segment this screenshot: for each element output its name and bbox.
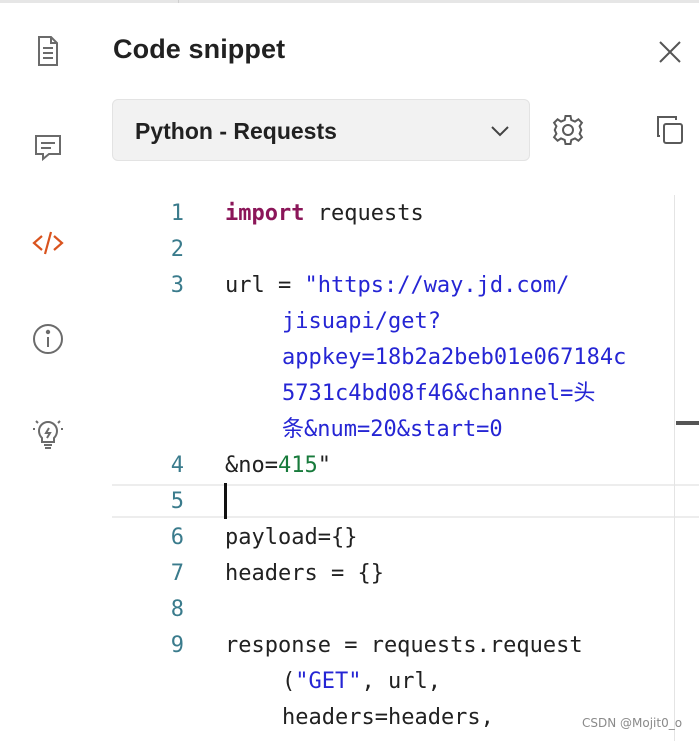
copy-button[interactable] (650, 110, 690, 150)
comments-button[interactable] (28, 127, 68, 167)
code-token-str: 5731c4bd08f46&channel=头 (282, 381, 596, 406)
code-token-plain: ( (282, 669, 296, 694)
sidebar-rail (0, 0, 96, 741)
code-token-str: appkey=18b2a2beb01e067184c (282, 345, 627, 370)
code-token-plain: headers = {} (225, 561, 384, 586)
copy-icon (657, 116, 683, 144)
code-token-plain: url = (225, 273, 305, 298)
code-line[interactable]: ("GET", url, (112, 664, 699, 700)
code-line[interactable]: 2 (112, 232, 699, 268)
code-token-plain: " (317, 453, 331, 478)
code-text: payload={} (225, 520, 357, 556)
code-token-plain: &no= (225, 453, 278, 478)
code-text: jisuapi/get? (282, 304, 441, 340)
line-number: 9 (170, 633, 184, 658)
settings-button[interactable] (548, 110, 588, 150)
line-number: 3 (170, 273, 184, 298)
code-token-str: "GET" (295, 669, 362, 694)
gear-icon (552, 115, 584, 145)
code-token-plain: payload={} (225, 525, 358, 550)
chevron-down-icon (491, 126, 509, 137)
comment-icon (35, 135, 61, 162)
code-text: headers=headers, (282, 700, 494, 736)
scrollbar-thumb[interactable] (676, 421, 699, 425)
language-dropdown[interactable]: Python - Requests (112, 99, 530, 161)
code-token-str: "https://way.jd.com/ (304, 273, 570, 298)
code-line[interactable]: appkey=18b2a2beb01e067184c (112, 340, 699, 376)
code-token-plain: headers=headers, (282, 705, 494, 730)
line-number: 1 (170, 201, 184, 226)
info-button[interactable] (28, 319, 68, 359)
line-number: 4 (170, 453, 184, 478)
code-text: &no=415" (225, 448, 331, 484)
code-line[interactable]: 8 (112, 592, 699, 628)
text-cursor (224, 483, 227, 519)
code-text: response = requests.request (225, 628, 583, 664)
line-number: 5 (170, 489, 184, 514)
code-token-kw: import (225, 201, 305, 226)
code-line[interactable]: 5 (112, 484, 699, 520)
code-text: appkey=18b2a2beb01e067184c (282, 340, 626, 376)
code-text: import requests (225, 196, 424, 232)
panel-title: Code snippet (113, 34, 286, 64)
code-token-num: 415 (277, 453, 318, 478)
code-text: ("GET", url, (282, 664, 441, 700)
code-icon (32, 231, 64, 255)
line-number: 6 (170, 525, 184, 550)
info-icon (33, 324, 63, 354)
code-token-str: jisuapi/get? (282, 309, 441, 334)
scrollbar-track[interactable] (674, 195, 675, 741)
code-snippet-button[interactable] (28, 223, 68, 263)
code-line[interactable]: 4 &no=415" (112, 448, 699, 484)
close-button[interactable] (652, 34, 688, 70)
document-icon (38, 36, 58, 66)
code-line[interactable]: 7 headers = {} (112, 556, 699, 592)
line-number: 7 (170, 561, 184, 586)
watermark: CSDN @Mojit0_o (582, 716, 683, 730)
code-line[interactable]: 1 import requests (112, 196, 699, 232)
line-number: 2 (170, 237, 184, 262)
close-icon (659, 41, 681, 63)
code-text: headers = {} (225, 556, 384, 592)
documentation-button[interactable] (28, 31, 68, 71)
code-token-plain: response = requests.request (225, 633, 583, 658)
code-editor[interactable]: 1 import requests 2 3 url = "https://way.jd.… (112, 195, 699, 741)
code-text: 5731c4bd08f46&channel=头 (282, 376, 595, 412)
code-token-plain: requests (304, 201, 424, 226)
code-text: url = "https://way.jd.com/ (225, 268, 569, 304)
lightbulb-icon (33, 420, 63, 449)
top-divider-tick (178, 0, 179, 3)
suggestions-button[interactable] (28, 414, 68, 454)
code-token-str: 条&num=20&start=0 (282, 417, 503, 442)
code-line[interactable]: 条&num=20&start=0 (112, 412, 699, 448)
code-token-plain: , url, (361, 669, 441, 694)
top-divider (0, 0, 699, 3)
language-dropdown-value: Python - Requests (135, 118, 337, 144)
code-line[interactable]: 9 response = requests.request (112, 628, 699, 664)
code-line[interactable]: 5731c4bd08f46&channel=头 (112, 376, 699, 412)
code-line[interactable]: jisuapi/get? (112, 304, 699, 340)
code-line[interactable]: 3 url = "https://way.jd.com/ (112, 268, 699, 304)
line-number: 8 (170, 597, 184, 622)
code-text: 条&num=20&start=0 (282, 412, 503, 448)
code-line[interactable]: 6 payload={} (112, 520, 699, 556)
